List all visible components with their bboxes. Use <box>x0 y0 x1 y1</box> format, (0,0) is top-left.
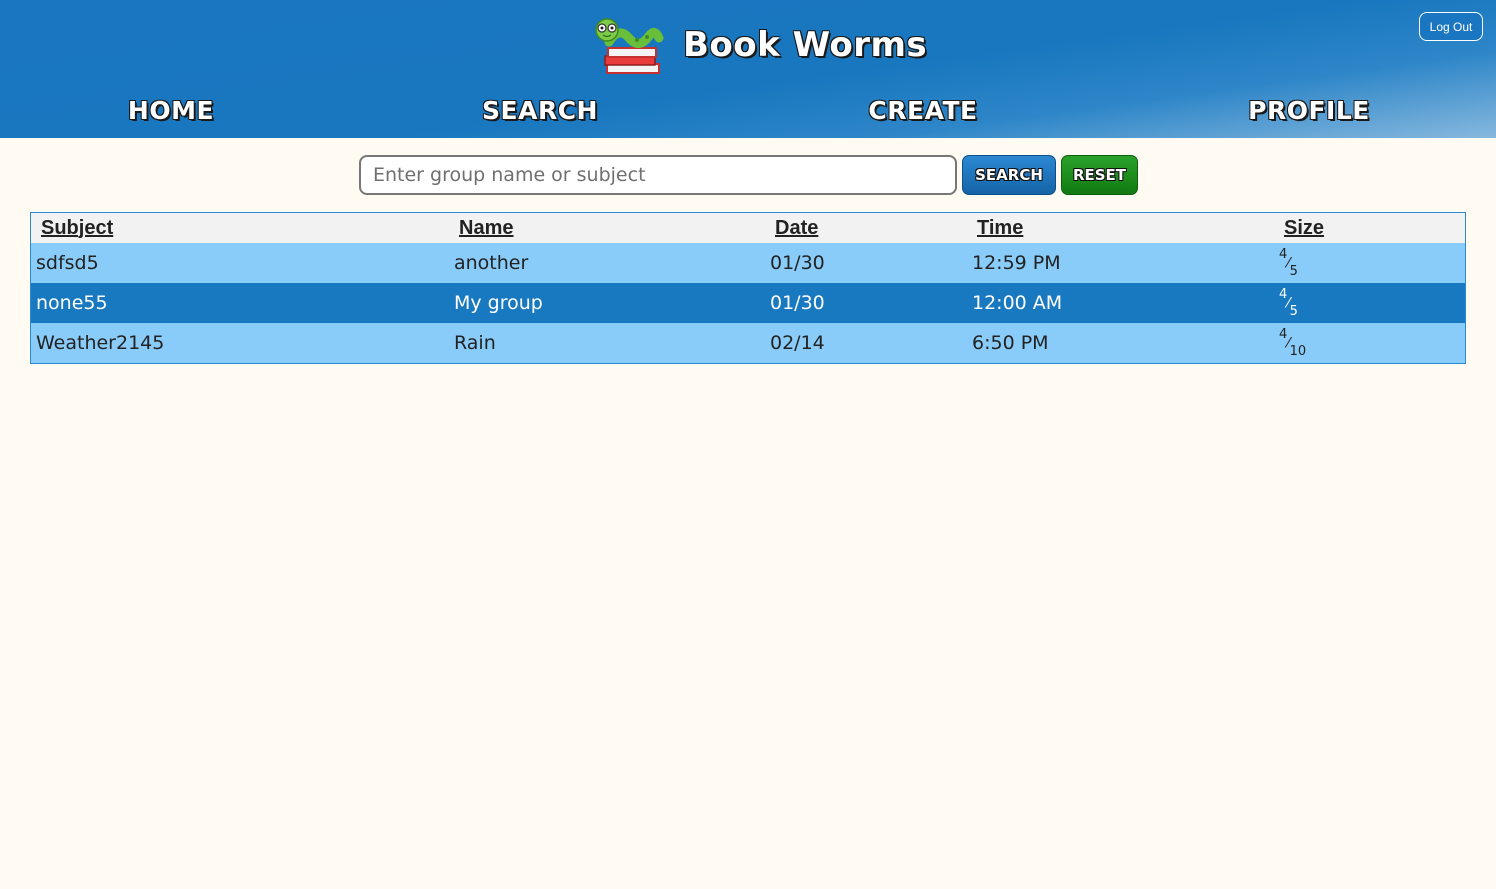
logout-button[interactable]: Log Out <box>1419 12 1483 41</box>
cell-time: 6:50 PM <box>972 332 1049 354</box>
size-capacity: 5 <box>1289 264 1298 280</box>
nav-create[interactable]: CREATE <box>773 88 1073 132</box>
search-button[interactable]: SEARCH <box>962 155 1056 195</box>
main-nav: HOME SEARCH CREATE PROFILE <box>0 88 1496 132</box>
cell-size: 4⁄10 <box>1279 326 1307 360</box>
cell-time: 12:00 AM <box>972 292 1063 314</box>
brand[interactable]: Book Worms <box>595 12 927 78</box>
search-bar: SEARCH RESET <box>359 153 1138 197</box>
cell-size: 4⁄5 <box>1279 286 1298 320</box>
cell-name: another <box>454 252 529 274</box>
table-header: Subject Name Date Time Size <box>31 213 1465 243</box>
app-title: Book Worms <box>683 25 928 65</box>
size-capacity: 10 <box>1289 344 1307 360</box>
size-capacity: 5 <box>1289 304 1298 320</box>
cell-time: 12:59 PM <box>972 252 1061 274</box>
column-header-size[interactable]: Size <box>1284 213 1324 243</box>
column-header-date[interactable]: Date <box>775 213 818 243</box>
table-row[interactable]: none55 My group 01/30 12:00 AM 4⁄5 <box>31 283 1465 323</box>
size-members: 4 <box>1279 326 1288 342</box>
size-members: 4 <box>1279 246 1288 262</box>
table-row[interactable]: sdfsd5 another 01/30 12:59 PM 4⁄5 <box>31 243 1465 283</box>
column-header-name[interactable]: Name <box>459 213 513 243</box>
cell-date: 02/14 <box>770 332 825 354</box>
search-input[interactable] <box>359 155 957 195</box>
column-header-subject[interactable]: Subject <box>41 213 113 243</box>
cell-name: My group <box>454 292 543 314</box>
table-row[interactable]: Weather2145 Rain 02/14 6:50 PM 4⁄10 <box>31 323 1465 363</box>
column-header-time[interactable]: Time <box>977 213 1023 243</box>
cell-name: Rain <box>454 332 496 354</box>
cell-size: 4⁄5 <box>1279 246 1298 280</box>
nav-search[interactable]: SEARCH <box>390 88 690 132</box>
cell-subject: sdfsd5 <box>36 252 99 274</box>
nav-home[interactable]: HOME <box>21 88 321 132</box>
bookworm-logo-icon <box>595 12 665 78</box>
reset-button[interactable]: RESET <box>1061 155 1138 195</box>
groups-table: Subject Name Date Time Size sdfsd5 anoth… <box>30 212 1466 364</box>
size-members: 4 <box>1279 286 1288 302</box>
cell-date: 01/30 <box>770 252 825 274</box>
cell-subject: Weather2145 <box>36 332 165 354</box>
nav-profile[interactable]: PROFILE <box>1159 88 1459 132</box>
cell-subject: none55 <box>36 292 108 314</box>
app-header: Book Worms Log Out HOME SEARCH CREATE PR… <box>0 0 1496 138</box>
cell-date: 01/30 <box>770 292 825 314</box>
